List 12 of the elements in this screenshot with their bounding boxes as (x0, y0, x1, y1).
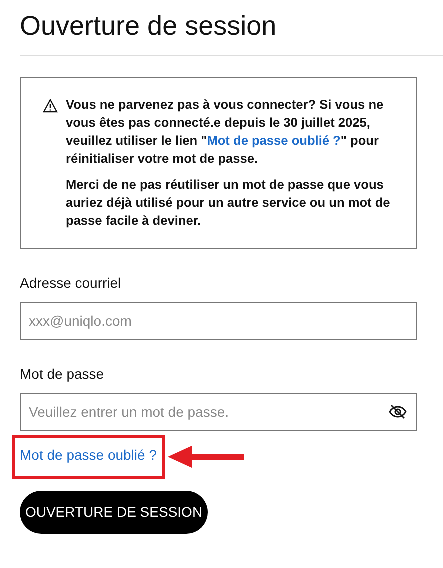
email-field[interactable]: xxx@uniqlo.com (20, 302, 417, 340)
password-field[interactable]: Veuillez entrer un mot de passe. (20, 392, 417, 431)
warning-icon (43, 99, 58, 114)
notice-text: Vous ne parvenez pas à vous connecter? Si vous ne vous êtes pas connecté.e depuis le 30 juillet 2025, veuillez utiliser le lien "Mot de passe oublié ?" pour réinitialiser votre mot de passe. (66, 96, 385, 168)
field-label: Adresse courriel (20, 274, 122, 293)
login-button[interactable]: OUVERTURE DE SESSION (20, 490, 208, 534)
notice-text: Merci de ne pas réutiliser un mot de passe que vous auriez déjà utilisé pour un autre service ou un mot de passe facile à deviner. (66, 176, 392, 230)
forgot-password-link[interactable]: Mot de passe oublié ? (207, 133, 341, 148)
page-title: Ouverture de session (20, 10, 278, 42)
visibility-toggle-icon[interactable] (389, 404, 407, 420)
field-label: Mot de passe (20, 364, 106, 384)
forgot-password-link[interactable]: Mot de passe oublié ? (20, 446, 157, 463)
